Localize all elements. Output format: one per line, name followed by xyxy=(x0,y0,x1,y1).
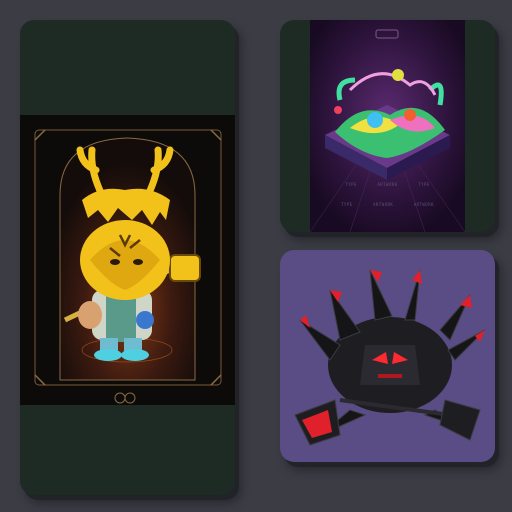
nft-card-character[interactable] xyxy=(20,20,235,495)
caption-cell: TYPE xyxy=(340,202,353,207)
monster-artwork xyxy=(294,269,486,446)
caption-cell: ARTWORK xyxy=(377,182,398,187)
nft-card-island[interactable]: TYPE ARTWORK TYPE TYPE ARTWORK ARTWORK xyxy=(280,20,495,232)
caption-row-1: TYPE ARTWORK TYPE xyxy=(280,182,495,187)
caption-cell: ARTWORK xyxy=(413,202,435,207)
island-artwork xyxy=(309,20,466,232)
character-artwork xyxy=(20,115,235,405)
caption-row-2: TYPE ARTWORK ARTWORK xyxy=(280,202,495,207)
caption-cell: TYPE xyxy=(418,182,430,187)
nft-card-monster[interactable] xyxy=(280,250,495,462)
caption-cell: TYPE xyxy=(345,182,357,187)
caption-cell: ARTWORK xyxy=(372,202,394,207)
